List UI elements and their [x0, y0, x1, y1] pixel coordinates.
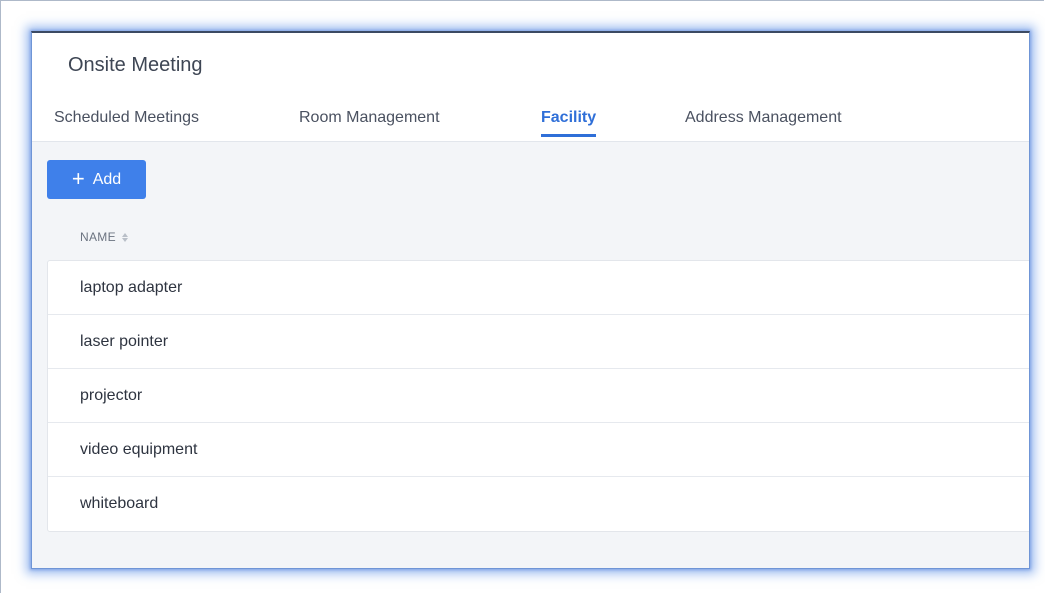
page-title: Onsite Meeting [68, 54, 203, 76]
facility-name: whiteboard [80, 495, 159, 512]
tab-label: Room Management [299, 109, 440, 126]
panel-header: Onsite Meeting Scheduled Meetings Room M… [32, 33, 1029, 142]
facility-name: video equipment [80, 440, 198, 458]
onsite-meeting-panel: Onsite Meeting Scheduled Meetings Room M… [31, 31, 1030, 569]
facility-table: laptop adapter laser pointer projector v… [47, 260, 1029, 532]
table-row[interactable]: projector [48, 369, 1029, 423]
tab-address-management[interactable]: Address Management [685, 109, 842, 127]
add-button[interactable]: + Add [47, 160, 146, 199]
tab-facility[interactable]: Facility [541, 109, 597, 137]
tab-room-management[interactable]: Room Management [299, 109, 440, 127]
tab-label: Address Management [685, 109, 842, 126]
facility-name: laptop adapter [80, 278, 183, 296]
facility-name: projector [80, 386, 143, 404]
active-tab-indicator [541, 134, 597, 137]
table-row[interactable]: whiteboard [48, 477, 1029, 531]
add-button-label: Add [92, 170, 122, 188]
tab-label: Facility [541, 109, 597, 126]
table-row[interactable]: video equipment [48, 423, 1029, 477]
tab-scheduled-meetings[interactable]: Scheduled Meetings [54, 109, 199, 127]
tab-label: Scheduled Meetings [54, 109, 199, 126]
table-row[interactable]: laptop adapter [48, 261, 1029, 315]
sort-icon[interactable] [121, 232, 128, 242]
column-header-name[interactable]: NAME [80, 230, 128, 244]
plus-icon: + [71, 165, 85, 191]
column-header-label: NAME [80, 230, 116, 244]
facility-name: laser pointer [80, 332, 169, 350]
table-row[interactable]: laser pointer [48, 315, 1029, 369]
